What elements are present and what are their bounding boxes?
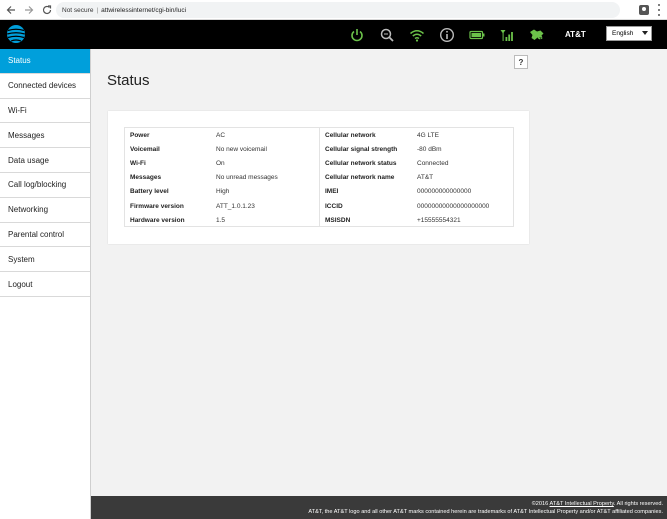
svg-text:LTE: LTE bbox=[537, 36, 545, 41]
status-card: Power AC Voicemail No new voicemail Wi-Fi O… bbox=[108, 111, 529, 244]
status-key: Cellular network status bbox=[325, 159, 397, 167]
status-row-iccid: ICCID 00000000000000000000 bbox=[320, 199, 515, 213]
info-icon[interactable] bbox=[438, 26, 456, 44]
status-key: Battery level bbox=[130, 188, 169, 196]
sidebar-item-wifi[interactable]: Wi-Fi bbox=[0, 99, 90, 124]
page-footer: ©2016 AT&T Intellectual Property. All ri… bbox=[91, 496, 667, 519]
status-key: IMEI bbox=[325, 188, 339, 196]
status-row-hardware-version: Hardware version 1.5 bbox=[125, 213, 319, 227]
forward-icon[interactable] bbox=[22, 3, 36, 17]
status-key: Hardware version bbox=[130, 216, 185, 224]
sidebar-item-call-log-blocking[interactable]: Call log/blocking bbox=[0, 173, 90, 198]
status-value: AC bbox=[216, 131, 226, 139]
copyright-suffix: . All rights reserved. bbox=[613, 501, 663, 507]
att-globe-logo[interactable] bbox=[6, 24, 26, 44]
status-key: Voicemail bbox=[130, 145, 160, 153]
back-icon[interactable] bbox=[4, 3, 18, 17]
copyright-year: ©2016 bbox=[531, 501, 549, 507]
status-value: 000000000000000 bbox=[417, 188, 472, 196]
status-key: Power bbox=[130, 131, 150, 139]
lte-icon[interactable]: LTE bbox=[528, 26, 546, 44]
status-key: ICCID bbox=[325, 202, 343, 210]
sidebar-item-system[interactable]: System bbox=[0, 247, 90, 273]
status-value: 1.5 bbox=[216, 216, 226, 224]
status-value: Connected bbox=[417, 159, 449, 167]
app-header: LTE AT&T English bbox=[0, 20, 667, 49]
wifi-icon[interactable] bbox=[408, 26, 426, 44]
status-key: Wi-Fi bbox=[130, 159, 146, 167]
status-key: Cellular network bbox=[325, 131, 376, 139]
status-value: 00000000000000000000 bbox=[417, 202, 490, 210]
page-title: Status bbox=[107, 72, 150, 89]
sidebar-item-parental-control[interactable]: Parental control bbox=[0, 223, 90, 248]
status-row-imei: IMEI 000000000000000 bbox=[320, 185, 515, 199]
sidebar-item-status[interactable]: Status bbox=[0, 49, 90, 74]
reload-icon[interactable] bbox=[40, 3, 54, 17]
power-icon[interactable] bbox=[348, 26, 366, 44]
sidebar-item-messages[interactable]: Messages bbox=[0, 123, 90, 149]
status-value: No unread messages bbox=[216, 174, 278, 182]
status-table: Power AC Voicemail No new voicemail Wi-Fi O… bbox=[124, 127, 514, 227]
address-separator: | bbox=[96, 6, 99, 14]
att-brand-text: AT&T bbox=[565, 30, 586, 39]
profile-icon[interactable] bbox=[639, 5, 649, 15]
sidebar-nav: Status Connected devices Wi-Fi Messages … bbox=[0, 49, 91, 519]
help-button[interactable]: ? bbox=[514, 55, 528, 69]
url-text: attwirelessinternet/cgi-bin/luci bbox=[101, 6, 187, 14]
status-row-msisdn: MSISDN +15555554321 bbox=[320, 213, 515, 227]
security-indicator: Not secure bbox=[62, 6, 94, 14]
signal-icon[interactable] bbox=[498, 26, 516, 44]
status-key: Cellular network name bbox=[325, 174, 395, 182]
sidebar-item-data-usage[interactable]: Data usage bbox=[0, 148, 90, 173]
status-row-firmware-version: Firmware version ATT_1.0.1.23 bbox=[125, 199, 319, 213]
status-row-cellular-network-name: Cellular network name AT&T bbox=[320, 171, 515, 185]
status-value: -80 dBm bbox=[417, 145, 442, 153]
status-key: Firmware version bbox=[130, 202, 184, 210]
status-row-wifi: Wi-Fi On bbox=[125, 156, 319, 170]
status-value: ATT_1.0.1.23 bbox=[216, 202, 255, 210]
address-bar[interactable]: Not secure | attwirelessinternet/cgi-bin… bbox=[56, 2, 620, 18]
status-key: Cellular signal strength bbox=[325, 145, 398, 153]
status-key: Messages bbox=[130, 174, 162, 182]
status-value: +15555554321 bbox=[417, 216, 461, 224]
chevron-down-icon bbox=[642, 31, 648, 35]
status-value: AT&T bbox=[417, 174, 434, 182]
status-key: MSISDN bbox=[325, 216, 351, 224]
status-value: High bbox=[216, 188, 230, 196]
browser-menu-icon[interactable] bbox=[657, 4, 661, 16]
status-row-messages: Messages No unread messages bbox=[125, 171, 319, 185]
language-value: English bbox=[612, 30, 634, 37]
status-row-power: Power AC bbox=[125, 128, 319, 142]
status-value: 4G LTE bbox=[417, 131, 439, 139]
battery-icon[interactable] bbox=[468, 26, 486, 44]
browser-toolbar: Not secure | attwirelessinternet/cgi-bin… bbox=[0, 0, 667, 20]
copyright-line: ©2016 AT&T Intellectual Property. All ri… bbox=[91, 500, 663, 508]
status-value: No new voicemail bbox=[216, 145, 267, 153]
sidebar-item-logout[interactable]: Logout bbox=[0, 272, 90, 297]
status-value: On bbox=[216, 159, 225, 167]
status-row-cellular-network-status: Cellular network status Connected bbox=[320, 156, 515, 170]
status-column-device: Power AC Voicemail No new voicemail Wi-Fi O… bbox=[125, 128, 320, 226]
search-icon[interactable] bbox=[378, 26, 396, 44]
status-row-cellular-signal-strength: Cellular signal strength -80 dBm bbox=[320, 142, 515, 156]
att-ip-link[interactable]: AT&T Intellectual Property bbox=[550, 501, 614, 507]
main-content: ? Status Power AC Voicemail No new voicema… bbox=[91, 49, 667, 496]
sidebar-item-connected-devices[interactable]: Connected devices bbox=[0, 74, 90, 99]
language-select[interactable]: English bbox=[606, 26, 652, 41]
sidebar-item-networking[interactable]: Networking bbox=[0, 198, 90, 223]
status-row-voicemail: Voicemail No new voicemail bbox=[125, 142, 319, 156]
status-column-cellular: Cellular network 4G LTE Cellular signal s… bbox=[320, 128, 515, 226]
trademark-line: AT&T, the AT&T logo and all other AT&T m… bbox=[308, 509, 663, 515]
status-row-cellular-network: Cellular network 4G LTE bbox=[320, 128, 515, 142]
status-row-battery-level: Battery level High bbox=[125, 185, 319, 199]
